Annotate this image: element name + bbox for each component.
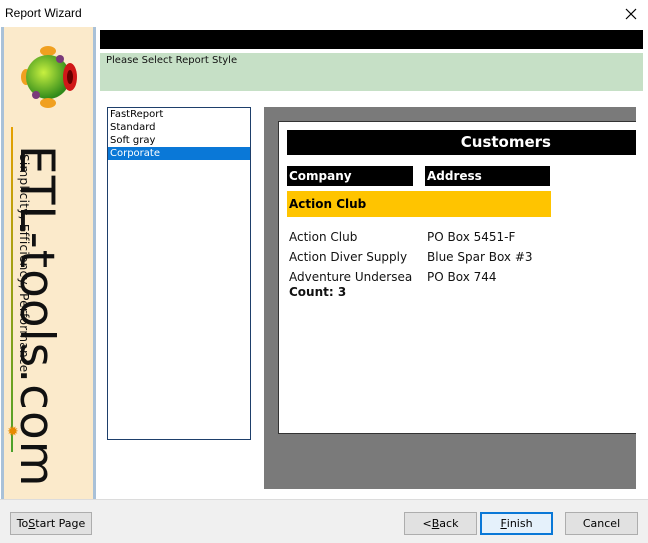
table-row: Action Club PO Box 5451-F: [279, 228, 636, 248]
group-header: Action Club: [287, 191, 551, 217]
cell-address: Blue Spar Box #3: [427, 250, 533, 264]
style-item-fastreport[interactable]: FastReport: [108, 108, 250, 121]
style-item-corporate[interactable]: Corporate: [108, 147, 250, 160]
cell-company: Action Club: [289, 230, 358, 244]
cell-address: PO Box 5451-F: [427, 230, 516, 244]
table-row: Action Diver Supply Blue Spar Box #3: [279, 248, 636, 268]
report-style-list[interactable]: FastReport Standard Soft gray Corporate: [107, 107, 251, 440]
button-hotkey: B: [431, 517, 440, 530]
button-label-part: <: [422, 517, 432, 530]
tagline-text: Simplicity, Efficiency, Performance: [17, 154, 31, 373]
sidebar-branding: ✹ ETL-tools.com Simplicity, Efficiency, …: [1, 27, 96, 499]
title-bar: Report Wizard: [0, 0, 648, 27]
report-title: Customers: [287, 130, 636, 155]
back-button[interactable]: < Back: [404, 512, 477, 535]
cell-address: PO Box 744: [427, 270, 497, 284]
record-count: Count: 3: [289, 285, 347, 299]
header-bar: [100, 30, 643, 49]
column-header-company: Company: [287, 166, 413, 186]
instruction-panel: Please Select Report Style: [100, 53, 643, 91]
window-title: Report Wizard: [5, 6, 82, 20]
style-item-soft-gray[interactable]: Soft gray: [108, 134, 250, 147]
column-header-address: Address: [425, 166, 550, 186]
finish-button[interactable]: Finish: [480, 512, 553, 535]
to-start-page-button[interactable]: To Start Page: [10, 512, 92, 535]
button-label-part: To: [16, 517, 29, 530]
main-panel: Please Select Report Style FastReport St…: [96, 27, 648, 499]
cancel-button[interactable]: Cancel: [565, 512, 638, 535]
close-icon: [625, 8, 637, 19]
cell-company: Action Diver Supply: [289, 250, 408, 264]
footer-bar: To Start Page < Back Finish Cancel: [0, 499, 648, 543]
style-item-standard[interactable]: Standard: [108, 121, 250, 134]
close-button[interactable]: [614, 0, 648, 27]
button-label-part: ack: [439, 517, 459, 530]
cell-company: Adventure Undersea: [289, 270, 413, 284]
preview-area: Customers Company Address Action Club Ac…: [264, 107, 636, 489]
button-hotkey: S: [28, 517, 36, 530]
etl-logo-icon: [21, 46, 77, 108]
instruction-text: Please Select Report Style: [106, 55, 238, 66]
preview-page: Customers Company Address Action Club Ac…: [278, 121, 636, 434]
button-label-part: inish: [506, 517, 533, 530]
button-label-part: tart Page: [35, 517, 86, 530]
